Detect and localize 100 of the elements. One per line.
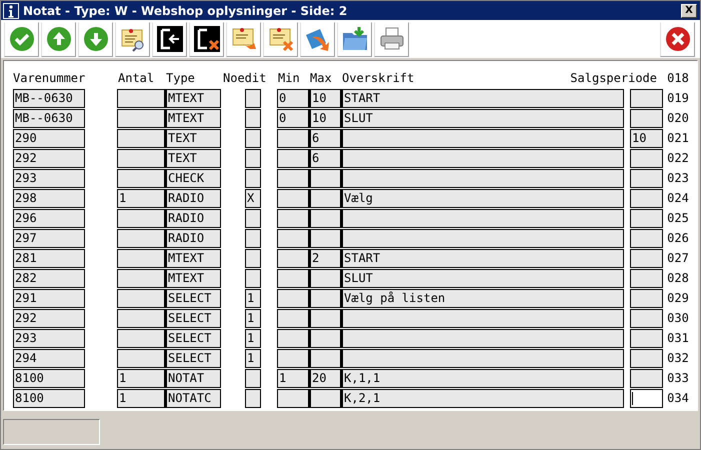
input-field[interactable] (117, 268, 165, 288)
input-field[interactable]: 282 (13, 268, 85, 288)
input-field[interactable] (277, 308, 309, 328)
input-field[interactable]: Vælg (341, 188, 624, 208)
input-field[interactable]: 10 (309, 108, 341, 128)
input-field[interactable] (630, 108, 663, 128)
input-field[interactable]: 293 (13, 168, 85, 188)
input-field[interactable]: 1 (117, 388, 165, 408)
input-field[interactable] (309, 308, 341, 328)
input-field[interactable] (630, 168, 663, 188)
input-field[interactable] (630, 388, 663, 408)
input-field[interactable] (309, 388, 341, 408)
input-field[interactable] (277, 388, 309, 408)
close-button[interactable]: X (681, 4, 697, 18)
input-field[interactable]: SLUT (341, 268, 624, 288)
input-field[interactable] (245, 228, 261, 248)
input-field[interactable]: 290 (13, 128, 85, 148)
input-field[interactable] (117, 208, 165, 228)
input-field[interactable]: CHECK (165, 168, 221, 188)
input-field[interactable]: 1 (245, 348, 261, 368)
input-field[interactable]: 1 (245, 288, 261, 308)
input-field[interactable]: 6 (309, 128, 341, 148)
input-field[interactable] (309, 288, 341, 308)
input-field[interactable] (630, 88, 663, 108)
input-field[interactable] (630, 148, 663, 168)
input-field[interactable]: 294 (13, 348, 85, 368)
input-field[interactable]: RADIO (165, 208, 221, 228)
input-field[interactable] (117, 128, 165, 148)
input-field[interactable] (245, 388, 261, 408)
input-field[interactable] (117, 308, 165, 328)
input-field[interactable] (277, 328, 309, 348)
input-field[interactable] (277, 288, 309, 308)
input-field[interactable] (117, 88, 165, 108)
input-field[interactable]: START (341, 88, 624, 108)
input-field[interactable]: X (245, 188, 261, 208)
input-field[interactable] (117, 248, 165, 268)
input-field[interactable]: SELECT (165, 288, 221, 308)
input-field[interactable] (277, 228, 309, 248)
input-field[interactable] (117, 148, 165, 168)
input-field[interactable]: 10 (309, 88, 341, 108)
input-field[interactable] (341, 168, 624, 188)
input-field[interactable] (245, 108, 261, 128)
input-field[interactable] (245, 368, 261, 388)
input-field[interactable] (245, 268, 261, 288)
input-field[interactable]: 8100 (13, 388, 85, 408)
input-field[interactable]: TEXT (165, 128, 221, 148)
input-field[interactable] (341, 328, 624, 348)
input-field[interactable]: 292 (13, 148, 85, 168)
input-field[interactable] (341, 148, 624, 168)
input-field[interactable] (117, 168, 165, 188)
input-field[interactable] (277, 188, 309, 208)
input-field[interactable]: SELECT (165, 348, 221, 368)
input-field[interactable]: 281 (13, 248, 85, 268)
toolbar-button[interactable] (189, 22, 224, 56)
input-field[interactable] (309, 348, 341, 368)
input-field[interactable]: MB--0630 (13, 88, 85, 108)
input-field[interactable]: 1 (245, 328, 261, 348)
input-field[interactable] (341, 308, 624, 328)
input-field[interactable] (341, 348, 624, 368)
cancel-button[interactable] (660, 22, 695, 56)
input-field[interactable] (630, 368, 663, 388)
input-field[interactable] (341, 228, 624, 248)
input-field[interactable]: 298 (13, 188, 85, 208)
input-field[interactable] (277, 268, 309, 288)
input-field[interactable] (341, 208, 624, 228)
input-field[interactable]: NOTAT (165, 368, 221, 388)
input-field[interactable] (341, 128, 624, 148)
input-field[interactable] (117, 288, 165, 308)
input-field[interactable]: 20 (309, 368, 341, 388)
input-field[interactable] (245, 248, 261, 268)
input-field[interactable] (630, 248, 663, 268)
input-field[interactable]: 1 (245, 308, 261, 328)
input-field[interactable]: MTEXT (165, 248, 221, 268)
input-field[interactable]: 0 (277, 88, 309, 108)
input-field[interactable] (117, 228, 165, 248)
input-field[interactable] (277, 248, 309, 268)
input-field[interactable]: 291 (13, 288, 85, 308)
input-field[interactable]: TEXT (165, 148, 221, 168)
input-field[interactable]: 292 (13, 308, 85, 328)
input-field[interactable]: 10 (630, 128, 663, 148)
input-field[interactable]: START (341, 248, 624, 268)
input-field[interactable] (277, 148, 309, 168)
input-field[interactable]: 1 (117, 368, 165, 388)
input-field[interactable]: SELECT (165, 308, 221, 328)
input-field[interactable] (245, 88, 261, 108)
input-field[interactable] (277, 168, 309, 188)
input-field[interactable] (630, 308, 663, 328)
input-field[interactable] (277, 348, 309, 368)
input-field[interactable] (117, 108, 165, 128)
input-field[interactable] (309, 328, 341, 348)
input-field[interactable]: RADIO (165, 188, 221, 208)
input-field[interactable] (630, 268, 663, 288)
input-field[interactable]: 8100 (13, 368, 85, 388)
input-field[interactable]: MTEXT (165, 108, 221, 128)
input-field[interactable]: 293 (13, 328, 85, 348)
input-field[interactable]: 1 (277, 368, 309, 388)
input-field[interactable] (277, 128, 309, 148)
input-field[interactable]: Vælg på listen (341, 288, 624, 308)
input-field[interactable] (245, 148, 261, 168)
input-field[interactable] (630, 348, 663, 368)
